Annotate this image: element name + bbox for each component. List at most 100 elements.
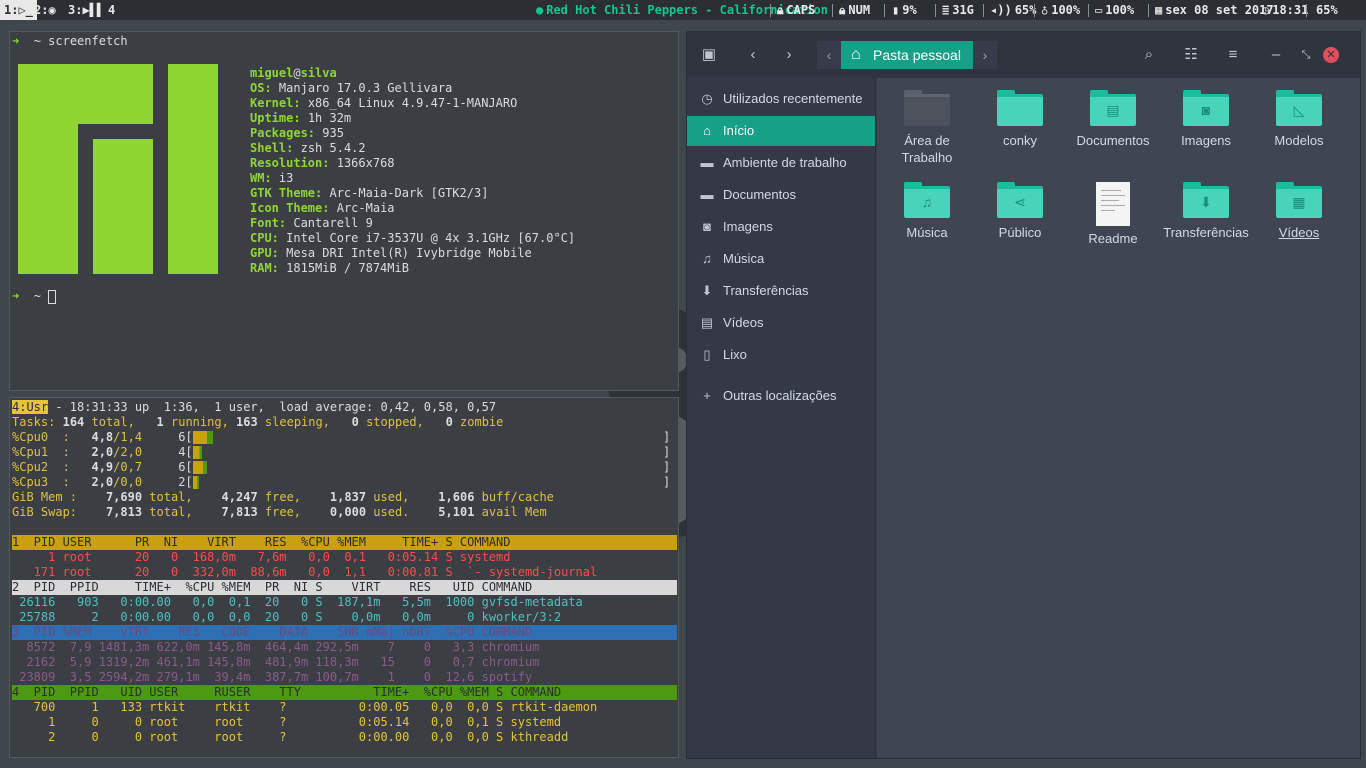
table-header-3: 3 PID %MEM VIRT RES CODE DATA SHR nMaj n… [12, 625, 677, 640]
uptime-text: - 18:31:33 up 1:36, 1 user, load average… [48, 400, 497, 414]
trash-icon: ▯ [703, 347, 711, 362]
info-value: Manjaro 17.0.3 Gellivara [278, 81, 453, 95]
cpu-count: 2[ [178, 475, 193, 489]
speaker-icon: ◂)) [990, 3, 1012, 17]
info-row: Uptime: 1h 32m [250, 111, 575, 126]
minimize-button[interactable]: – [1262, 42, 1290, 68]
time-value: 18:31 [1272, 3, 1309, 17]
sidebar-item-folder[interactable]: ▬ Documentos [687, 180, 875, 210]
tasks-stopped: 0 [351, 415, 359, 429]
sidebar-item-home[interactable]: ⌂ Início [687, 116, 875, 146]
info-key: Font: [250, 216, 287, 230]
info-value: 935 [322, 126, 344, 140]
sidebar-item-film[interactable]: ▤ Vídeos [687, 308, 875, 338]
table-row: 171 root 20 0 332,0m 88,6m 0,0 1,1 0:00.… [12, 565, 598, 579]
info-row: Shell: zsh 5.4.2 [250, 141, 575, 156]
swap-label: GiB Swap: [12, 505, 78, 519]
prompt-dir: ~ [33, 289, 41, 303]
status-bar: 1:▷_ 2:◉ 3:▶▌▌ 4 ● Red Hot Chili Peppers … [0, 0, 1366, 20]
breadcrumb-left-button[interactable]: ‹ [817, 41, 841, 69]
breadcrumb-right-button[interactable]: › [973, 41, 997, 69]
camera-icon: ◙ [703, 219, 711, 234]
item-label: Readme [1088, 231, 1138, 246]
date-value: sex 08 set 2017 [1165, 3, 1274, 17]
memory-status: ▮ 9% [892, 0, 917, 20]
mem-total: 7,690 [105, 490, 143, 504]
home-icon: ⌂ [703, 123, 711, 138]
disk-icon: ≣ [942, 3, 950, 17]
tasks-zombie: 0 [445, 415, 453, 429]
maximize-button[interactable]: ⤡ [1292, 42, 1320, 68]
back-button[interactable]: ‹ [739, 42, 767, 68]
terminal-top[interactable]: 4:Usr - 18:31:33 up 1:36, 1 user, load a… [9, 397, 679, 758]
terminal-screenfetch[interactable]: ➜ ~ screenfetch miguel@silva OS: Manjaro… [9, 31, 679, 391]
prompt-line: ➜ ~ [12, 289, 57, 304]
info-key: WM: [250, 171, 272, 185]
cpu-bar-end: ] [663, 430, 671, 444]
folder-item[interactable]: ⬇ Transferências [1161, 182, 1251, 241]
sidebar-item-music[interactable]: ♫ Música [687, 244, 875, 274]
folder-item[interactable]: ▤ Documentos [1068, 90, 1158, 149]
view-list-button[interactable]: ☷ [1177, 42, 1205, 68]
folder-item[interactable]: conky [975, 90, 1065, 149]
chevron-right-icon: › [786, 46, 792, 63]
maximize-icon: ⤡ [1301, 49, 1311, 61]
close-button[interactable]: ✕ [1323, 47, 1339, 63]
file-manager-window: ▣ ‹ › ‹ ⌂ Pasta pessoal › ⌕ ☷ ≡ – ⤡ ✕ ◷ U… [686, 31, 1361, 759]
forward-button[interactable]: › [775, 42, 803, 68]
folder-item[interactable]: ♫ Música [882, 182, 972, 241]
table-row: 8572 7,9 1481,3m 622,0m 145,8m 464,4m 29… [12, 640, 540, 654]
swap-line: GiB Swap: 7,813 total, 7,813 free, 0,000… [12, 505, 547, 519]
sidebar-item-plus[interactable]: + Outras localizações [687, 381, 875, 411]
folder-icon: ♫ [904, 182, 950, 218]
info-value: 1366x768 [336, 156, 395, 170]
workspace-4[interactable]: 4 [104, 0, 119, 20]
info-value: 1h 32m [307, 111, 352, 125]
folder-item[interactable]: ◺ Modelos [1254, 90, 1344, 149]
folder-item[interactable]: Área de Trabalho [882, 90, 972, 166]
folder-icon: ⬇ [1183, 182, 1229, 218]
cpu-usage-bar [192, 446, 202, 459]
item-label: Documentos [1076, 133, 1150, 148]
lock-icon: 🔒︎ [777, 3, 784, 17]
divider [832, 4, 833, 17]
divider [1306, 4, 1307, 17]
sidebar-item-download[interactable]: ⬇ Transferências [687, 276, 875, 306]
item-label: Modelos [1274, 133, 1324, 148]
info-row: Resolution: 1366x768 [250, 156, 575, 171]
brightness-status: ♁ 100% [1041, 0, 1080, 20]
prompt-dir: ~ [33, 34, 41, 48]
sidebar-item-label: Música [723, 251, 765, 266]
file-item[interactable]: Readme [1068, 182, 1158, 247]
brightness-value: 100% [1051, 3, 1081, 17]
breadcrumb-home[interactable]: ⌂ Pasta pessoal [841, 41, 973, 69]
tasks-label: Tasks: [12, 415, 56, 429]
sidebar-item-desktop[interactable]: ▬ Ambiente de trabalho [687, 148, 875, 178]
sidebar-item-trash[interactable]: ▯ Lixo [687, 340, 875, 370]
swap-total: 7,813 [105, 505, 143, 519]
workspace-2[interactable]: 2:◉ [30, 0, 60, 20]
folder-item[interactable]: ▦ Vídeos [1254, 182, 1344, 241]
mem-line: GiB Mem : 7,690 total, 4,247 free, 1,837… [12, 490, 554, 504]
folder-icon: ⋖ [997, 182, 1043, 218]
sidebar-item-clock[interactable]: ◷ Utilizados recentemente [687, 84, 875, 114]
swap-avail: 5,101 [438, 505, 475, 519]
lock-icon: 🔒︎ [839, 3, 846, 17]
item-label: Área de Trabalho [901, 133, 953, 165]
sidebar-item-label: Utilizados recentemente [723, 91, 863, 106]
sidebar-item-camera[interactable]: ◙ Imagens [687, 212, 875, 242]
cpu-value: 4,9 [91, 460, 114, 474]
workspace-3[interactable]: 3:▶▌▌ [64, 0, 108, 20]
info-key: Shell: [250, 141, 294, 155]
folder-item[interactable]: ⋖ Público [975, 182, 1065, 241]
folder-app-icon: ▣ [701, 46, 717, 63]
volume-status[interactable]: ◂)) 65% [990, 0, 1036, 20]
info-row: Icon Theme: Arc-Maia [250, 201, 575, 216]
info-key: GPU: [250, 246, 279, 260]
cpu-line: %Cpu3 : 2,0/0,0 2[ [12, 475, 193, 490]
cpu-alt: /0,0 [113, 475, 143, 489]
search-button[interactable]: ⌕ [1135, 42, 1163, 68]
folder-icon: ▬ [700, 187, 714, 202]
folder-item[interactable]: ◙ Imagens [1161, 90, 1251, 149]
menu-button[interactable]: ≡ [1219, 42, 1247, 68]
